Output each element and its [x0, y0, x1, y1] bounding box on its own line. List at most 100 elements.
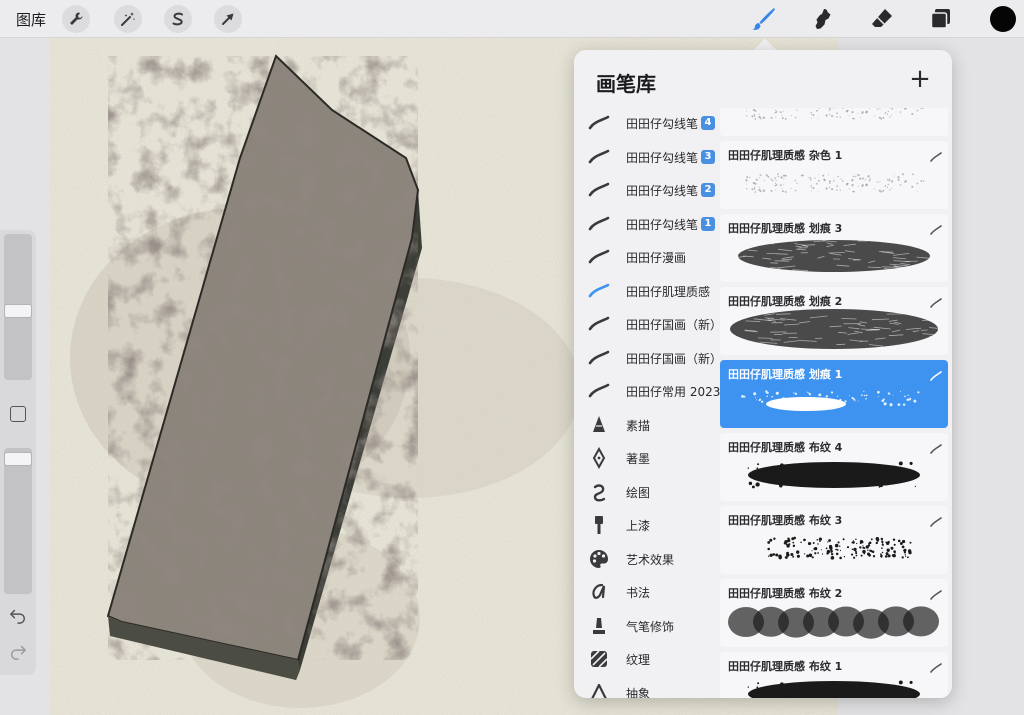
brush-stroke-preview [726, 159, 942, 207]
transform-arrow-icon [222, 13, 234, 25]
transform-button[interactable] [214, 5, 242, 33]
brush-set-label: 田田仔国画（新） [625, 317, 722, 332]
pen-nib-icon [586, 445, 612, 471]
opacity-slider[interactable] [4, 448, 32, 594]
adjustments-button[interactable] [114, 5, 142, 33]
gallery-button[interactable]: 图库 [16, 9, 46, 30]
brush-icon [752, 8, 775, 30]
eraser-icon [872, 9, 892, 27]
brush-stroke-preview [726, 232, 942, 280]
brush-stroke-icon [930, 147, 942, 162]
magic-wand-icon [121, 12, 136, 26]
top-toolbar: 图库 [0, 0, 1024, 38]
brush-set-item[interactable]: 田田仔勾线笔 4 [574, 108, 722, 138]
brush-set-list: 田田仔勾线笔 4 田田仔勾线笔 3 田田仔勾线笔 2 田田仔勾线笔 1 田田仔漫画 田田仔肌理质感… [574, 108, 722, 698]
brush-item-selected[interactable]: 田田仔肌理质感 划痕 1 [720, 360, 948, 428]
brush-set-item[interactable]: 田田仔勾线笔 2 [574, 175, 722, 205]
brush-set-item[interactable]: 田田仔勾线笔 3 [574, 142, 722, 172]
brush-item[interactable] [720, 108, 948, 136]
brush-set-label: 田田仔常用 2023 [626, 384, 721, 399]
brush-size-thumb[interactable] [4, 304, 32, 318]
eraser-tool-button[interactable] [867, 5, 897, 33]
brush-item[interactable]: 田田仔肌理质感 杂色 1 [720, 141, 948, 209]
modify-square-button[interactable] [10, 406, 26, 422]
brush-stroke-preview [726, 305, 947, 353]
stroke-icon [586, 211, 612, 237]
brush-set-label: 气笔修饰 [626, 619, 675, 634]
brush-stroke-preview [726, 378, 942, 426]
stroke-icon-active [586, 278, 612, 304]
actions-button[interactable] [62, 5, 90, 33]
layers-icon [930, 9, 950, 29]
brush-set-item[interactable]: 田田仔常用 2023 [574, 376, 722, 406]
brush-stroke-icon [930, 585, 942, 600]
brush-item[interactable]: 田田仔肌理质感 布纹 3 [720, 506, 948, 574]
brush-set-badge: 1 [701, 217, 716, 231]
calligraphy-icon [586, 579, 612, 605]
layers-tool-button[interactable] [926, 5, 956, 33]
brush-set-item[interactable]: 艺术效果 [574, 544, 722, 574]
brush-set-label: 田田仔勾线笔 [626, 183, 699, 198]
add-brush-button[interactable]: + [908, 66, 932, 92]
brush-set-item[interactable]: 田田仔国画（新） [574, 309, 722, 339]
brush-set-item[interactable]: 上漆 [574, 510, 722, 540]
stroke-icon [586, 311, 612, 337]
brush-set-item[interactable]: 抽象 [574, 678, 722, 698]
brush-set-item[interactable]: 气笔修饰 [574, 611, 722, 641]
redo-button[interactable] [8, 642, 28, 662]
brush-set-item[interactable]: 田田仔国画（新） [574, 343, 722, 373]
brush-set-item[interactable]: 田田仔漫画 [574, 242, 722, 272]
brush-set-label: 田田仔国画（新） [625, 351, 722, 366]
brush-list: 田田仔肌理质感 杂色 1 田田仔肌理质感 划痕 3 田田仔肌理质感 划痕 2 田田仔肌… [720, 108, 948, 698]
brush-set-item[interactable]: 书法 [574, 577, 722, 607]
palette-icon [586, 546, 612, 572]
stroke-icon [586, 144, 612, 170]
brush-item[interactable]: 田田仔肌理质感 划痕 3 [720, 214, 948, 282]
stroke-icon [586, 378, 612, 404]
redo-icon [10, 645, 26, 660]
brush-set-label: 上漆 [626, 518, 651, 533]
wrench-icon [70, 12, 83, 25]
undo-button[interactable] [8, 606, 28, 626]
smudge-tool-button[interactable] [808, 5, 838, 33]
brush-set-item[interactable]: 著墨 [574, 443, 722, 473]
brush-set-label: 田田仔勾线笔 [626, 150, 699, 165]
brush-stroke-preview [726, 524, 942, 572]
brush-set-label: 书法 [626, 585, 651, 600]
brush-item[interactable]: 田田仔肌理质感 布纹 4 [720, 433, 948, 501]
brush-set-badge: 3 [701, 150, 716, 164]
selection-button[interactable] [164, 5, 192, 33]
brush-item[interactable]: 田田仔肌理质感 布纹 1 [720, 652, 948, 698]
texture-icon [586, 646, 612, 672]
brush-set-item[interactable]: 素描 [574, 410, 722, 440]
smudge-icon [815, 9, 831, 29]
brush-set-item[interactable]: 田田仔肌理质感 [574, 276, 722, 306]
brush-stroke-preview [726, 597, 942, 645]
brush-set-label: 田田仔勾线笔 [626, 217, 699, 232]
brush-set-label: 艺术效果 [626, 552, 675, 567]
brush-set-item[interactable]: 田田仔勾线笔 1 [574, 209, 722, 239]
panel-title: 画笔库 [596, 72, 656, 96]
brush-stroke-preview [726, 670, 942, 698]
brush-set-item[interactable]: 绘图 [574, 477, 722, 507]
triangle-icon [586, 680, 612, 698]
brush-stroke-icon [930, 439, 942, 454]
brush-set-badge: 4 [701, 116, 716, 130]
opacity-thumb[interactable] [4, 452, 32, 466]
brush-tool-button[interactable] [749, 5, 779, 33]
color-picker-button[interactable] [990, 6, 1016, 32]
left-sidebar [0, 230, 36, 675]
brush-stroke-icon [930, 658, 942, 673]
brush-set-badge: 2 [701, 183, 716, 197]
brush-set-label: 田田仔肌理质感 [626, 284, 711, 299]
brush-item[interactable]: 田田仔肌理质感 布纹 2 [720, 579, 948, 647]
stroke-icon [586, 244, 612, 270]
paint-brush-icon [586, 512, 612, 538]
brush-stroke-icon [930, 293, 942, 308]
undo-icon [10, 609, 26, 624]
brush-set-label: 素描 [626, 418, 651, 433]
brush-set-item[interactable]: 纹理 [574, 644, 722, 674]
brush-item[interactable]: 田田仔肌理质感 划痕 2 [720, 287, 948, 355]
brush-size-slider[interactable] [4, 234, 32, 380]
stroke-icon [586, 345, 612, 371]
